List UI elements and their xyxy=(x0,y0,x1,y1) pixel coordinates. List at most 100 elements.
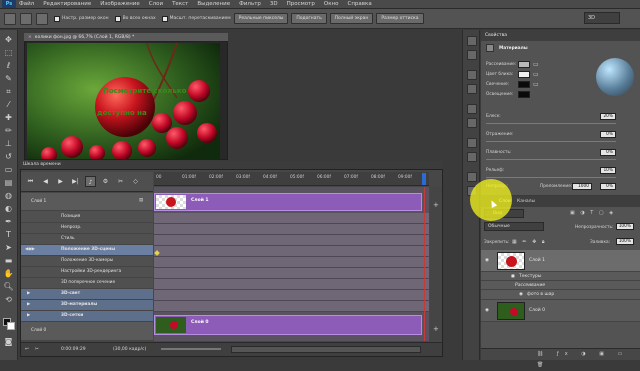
actual-pixels-button[interactable]: Реальные пикселы xyxy=(233,13,289,24)
blend-mode-select[interactable]: Обычные xyxy=(484,222,544,231)
keyframe-nav-icon[interactable]: ◀◆▶ xyxy=(25,247,35,252)
fit-screen-button[interactable]: Подогнать xyxy=(291,13,327,24)
scissors-icon[interactable]: ✂ xyxy=(35,347,39,352)
folder-icon[interactable]: ▭ xyxy=(533,71,539,78)
dodge-tool-icon[interactable]: ◐ xyxy=(3,203,14,214)
diffuse-swatch[interactable] xyxy=(518,61,530,68)
layer-row-layer0[interactable]: ◉ Слой 0 xyxy=(481,300,640,322)
expand-icon[interactable]: ▶ xyxy=(27,302,30,307)
brush-tool-icon[interactable]: ✏ xyxy=(3,125,14,136)
horizontal-scrollbar[interactable] xyxy=(231,346,421,353)
folder-icon[interactable]: ▭ xyxy=(533,61,539,68)
track-row[interactable] xyxy=(154,279,429,290)
menu-view[interactable]: Просмотр xyxy=(287,1,315,7)
properties-tab[interactable]: Свойства xyxy=(481,30,640,41)
history-brush-tool-icon[interactable]: ↺ xyxy=(3,151,14,162)
all-windows-checkbox[interactable]: Во всех окнах xyxy=(114,15,156,22)
clip-layer0[interactable]: Слой 0 xyxy=(154,315,422,335)
timeline-row-opacity[interactable]: Непрозр. xyxy=(21,223,153,234)
expand-icon[interactable]: ▶ xyxy=(27,291,30,296)
track-row[interactable] xyxy=(154,257,429,268)
eyedropper-tool-icon[interactable]: ⁄ xyxy=(3,99,14,110)
zoom-slider[interactable] xyxy=(161,348,221,350)
expand-icon[interactable]: ▶ xyxy=(27,313,30,318)
layer-row-diffuse[interactable]: Рассеивание xyxy=(481,281,640,290)
prev-frame-icon[interactable]: ◀ xyxy=(40,176,51,187)
menu-help[interactable]: Справка xyxy=(347,1,371,7)
next-frame-icon[interactable]: ▶| xyxy=(70,176,81,187)
adjustments-icon[interactable] xyxy=(467,70,477,80)
track-row[interactable] xyxy=(154,268,429,279)
timeline-row-3d-scene-position[interactable]: ◀◆▶ Положение 3D-сцены xyxy=(21,245,153,256)
refraction-field[interactable]: 1000 xyxy=(572,183,592,190)
document-tab[interactable]: × колики фон.jpg @ 66,7% (Слой 1, RGB/8)… xyxy=(24,33,228,42)
properties-icon[interactable] xyxy=(467,172,477,182)
actions-icon[interactable] xyxy=(467,50,477,60)
tab-channels[interactable]: Каналы xyxy=(517,199,535,204)
document-canvas[interactable]: Посмотрите сколько доступно на xyxy=(27,43,220,159)
timeline-row-3d-cross-section[interactable]: 3D поперечное сечение xyxy=(21,278,153,289)
visibility-eye-icon[interactable]: ◉ xyxy=(485,308,489,313)
track-row[interactable] xyxy=(154,290,429,301)
pen-tool-icon[interactable]: ✒ xyxy=(3,216,14,227)
clip-layer1[interactable]: Слой 1 xyxy=(154,193,422,211)
settings-gear-icon[interactable]: ⚙ xyxy=(100,176,111,187)
resize-windows-checkbox[interactable]: Настр. размер окон xyxy=(54,15,109,22)
layer-row-layer1[interactable]: ◉ Слой 1 xyxy=(481,250,640,272)
transition-icon[interactable]: ◇ xyxy=(130,176,141,187)
menu-window[interactable]: Окно xyxy=(324,1,339,7)
specular-swatch[interactable] xyxy=(518,71,530,78)
eraser-tool-icon[interactable]: ▭ xyxy=(3,164,14,175)
timeline-row-3d-lights[interactable]: ▶ 3D-свет xyxy=(21,289,153,300)
print-size-button[interactable]: Размер оттиска xyxy=(376,13,424,24)
reflection-slider[interactable] xyxy=(486,141,616,142)
menu-layers[interactable]: Слои xyxy=(149,1,163,7)
roughness-slider[interactable] xyxy=(486,159,616,160)
layers-footer-icons[interactable]: ⛓ ƒx ◑ ▣ ▭ 🗑︎ xyxy=(481,348,640,368)
reflection-field[interactable]: 0% xyxy=(600,131,616,138)
relief-slider[interactable] xyxy=(486,177,616,178)
menu-image[interactable]: Изображение xyxy=(100,1,140,7)
lasso-tool-icon[interactable]: ℓ xyxy=(3,60,14,71)
type-tool-icon[interactable]: T xyxy=(3,229,14,240)
crop-tool-icon[interactable]: ⌗ xyxy=(3,86,14,97)
zoom-out-icon[interactable] xyxy=(36,12,48,25)
zoom-tool-icon[interactable] xyxy=(4,12,16,25)
timeline-row-3d-meshes[interactable]: ▶ 3D-сетки xyxy=(21,311,153,322)
gradient-tool-icon[interactable]: ▤ xyxy=(3,177,14,188)
timeline-ruler[interactable]: 00 01:00f 02:00f 03:00f 04:00f 05:00f 06… xyxy=(154,172,429,186)
brush-panel-icon[interactable] xyxy=(467,104,477,114)
workspace-select[interactable]: 3D xyxy=(584,12,620,24)
folder-icon[interactable]: ▭ xyxy=(533,81,539,88)
shine-field[interactable]: 20% xyxy=(600,113,616,120)
timeline-row-style[interactable]: Стиль xyxy=(21,234,153,245)
paragraph-icon[interactable] xyxy=(467,152,477,162)
timeline-row-3d-materials[interactable]: ▶ 3D-материалы xyxy=(21,300,153,311)
ambient-swatch[interactable] xyxy=(518,91,530,98)
background-color-swatch[interactable] xyxy=(7,322,15,330)
relief-field[interactable]: 10% xyxy=(600,167,616,174)
menu-select[interactable]: Выделение xyxy=(197,1,230,7)
split-icon[interactable]: ✂ xyxy=(115,176,126,187)
zoom-in-icon[interactable] xyxy=(20,12,32,25)
3d-rotate-tool-icon[interactable]: ⟲ xyxy=(3,294,14,305)
shine-slider[interactable] xyxy=(486,123,616,124)
track-row[interactable] xyxy=(154,235,429,246)
eye-small-icon[interactable]: ◉ xyxy=(519,292,523,297)
zoom-tool-icon-left[interactable]: 🔍︎ xyxy=(3,281,14,292)
blur-tool-icon[interactable]: ◍ xyxy=(3,190,14,201)
track-row[interactable] xyxy=(154,224,429,235)
shape-tool-icon[interactable]: ▬ xyxy=(3,255,14,266)
history-icon[interactable] xyxy=(467,36,477,46)
menu-type[interactable]: Текст xyxy=(172,1,188,7)
lock-icons[interactable]: ▦ ✏ ✥ 🔒︎ xyxy=(512,239,547,245)
filter-type-icons[interactable]: ▣ ◑ T ▢ ◈ xyxy=(570,210,630,217)
add-media-icon[interactable]: + xyxy=(433,325,439,333)
menu-filter[interactable]: Фильтр xyxy=(239,1,261,7)
illumination-swatch[interactable] xyxy=(518,81,530,88)
healing-tool-icon[interactable]: ✚ xyxy=(3,112,14,123)
quick-mask-icon[interactable]: ◙ xyxy=(3,336,14,347)
quick-select-tool-icon[interactable]: ✎ xyxy=(3,73,14,84)
first-frame-icon[interactable]: ⏮ xyxy=(25,176,36,187)
styles-icon[interactable] xyxy=(467,84,477,94)
